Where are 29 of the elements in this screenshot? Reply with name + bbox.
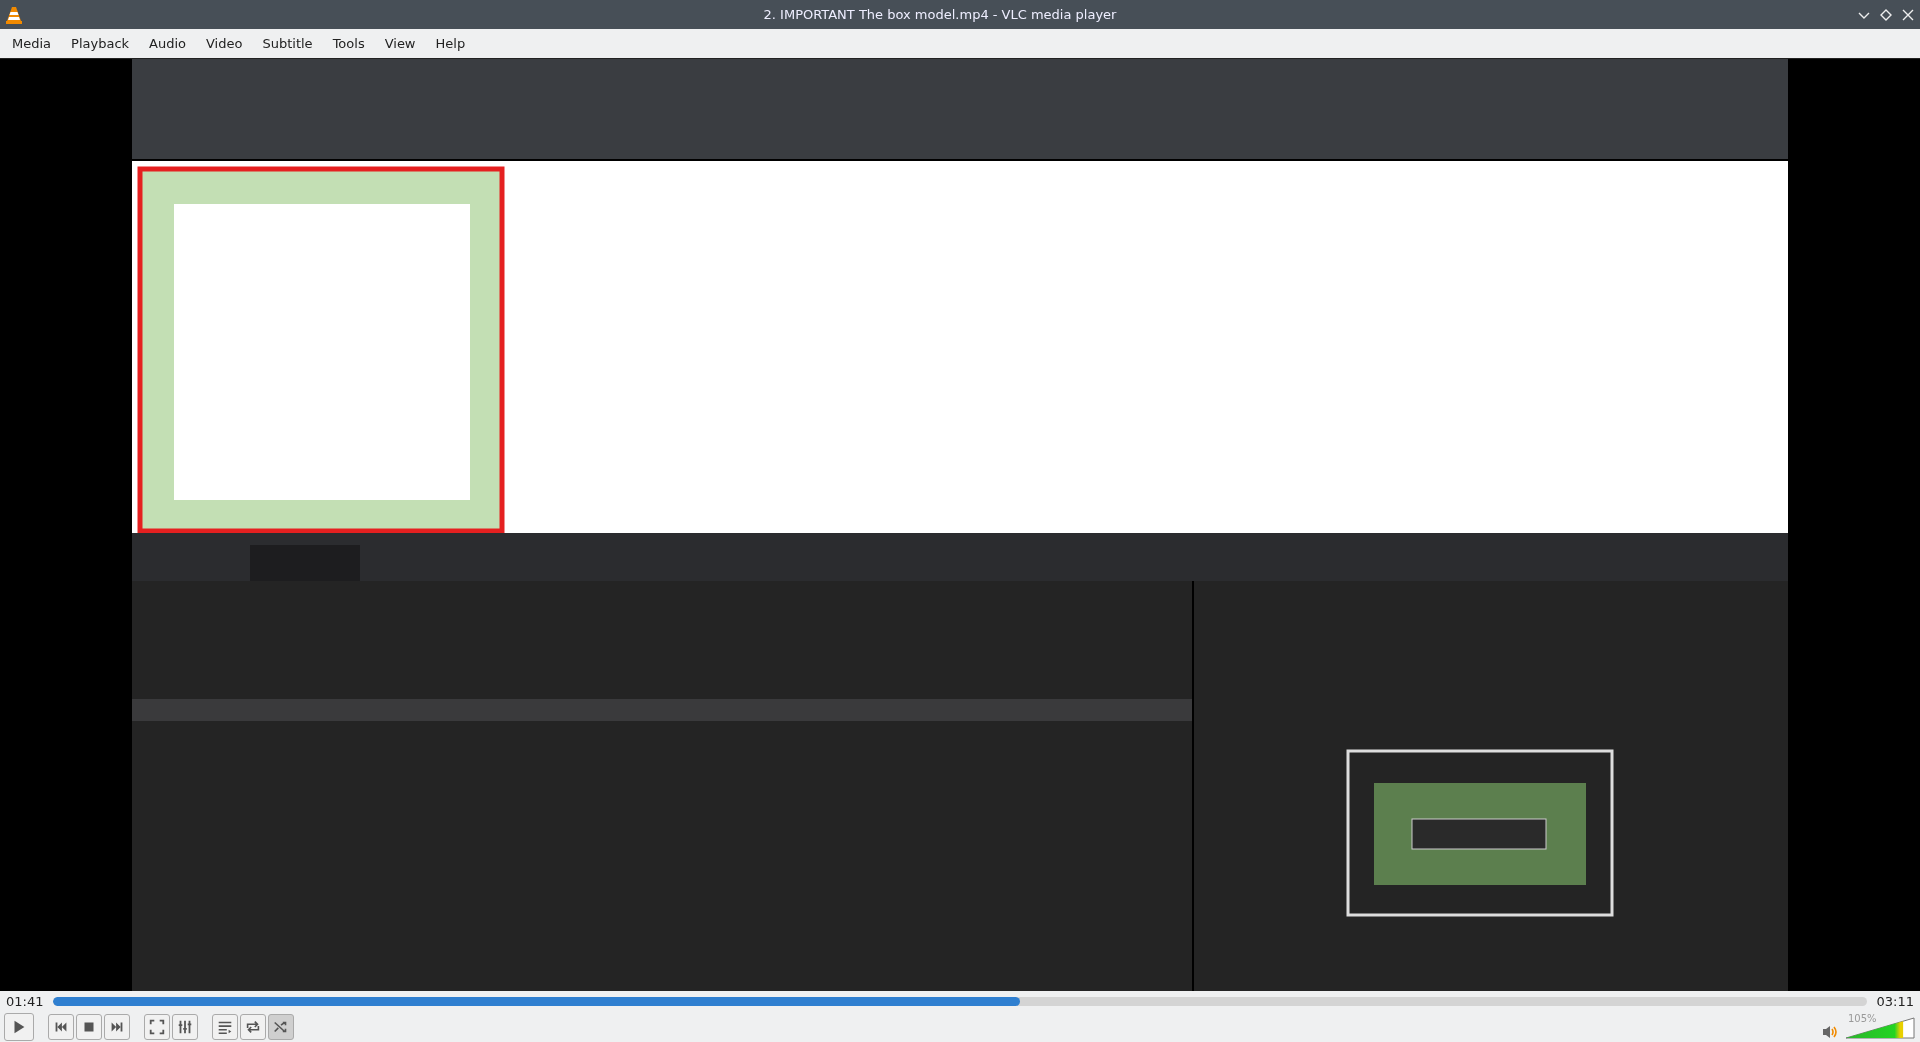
loop-icon [244, 1018, 262, 1036]
close-icon[interactable] [1902, 8, 1914, 21]
playlist-button[interactable] [212, 1014, 238, 1040]
loop-button[interactable] [240, 1014, 266, 1040]
window-title: 2. IMPORTANT The box model.mp4 - VLC media player [762, 7, 1118, 22]
sliders-icon [176, 1018, 194, 1036]
total-time: 03:11 [1876, 994, 1914, 1009]
menu-item[interactable]: Tools [322, 36, 375, 51]
cone-icon [6, 5, 22, 24]
previous-button[interactable] [48, 1014, 74, 1040]
speaker-icon[interactable] [1822, 1025, 1838, 1039]
stop-button[interactable] [76, 1014, 102, 1040]
volume-reading: 105% [1848, 1013, 1877, 1024]
maximize-icon[interactable] [1880, 8, 1892, 21]
menu-item[interactable]: Help [425, 36, 476, 51]
fullscreen-icon [148, 1018, 166, 1036]
menu-item[interactable]: View [374, 36, 426, 51]
shuffle-button[interactable] [268, 1014, 294, 1040]
menu-item[interactable]: Playback [61, 36, 140, 51]
elapsed-time: 01:41 [6, 994, 44, 1009]
menu-item[interactable]: Audio [139, 36, 196, 51]
menu-item[interactable]: Video [196, 36, 253, 51]
play-button[interactable] [4, 1013, 34, 1041]
seek-bar[interactable] [53, 997, 1867, 1006]
fullscreen-button[interactable] [144, 1014, 170, 1040]
extended-settings-button[interactable] [172, 1014, 198, 1040]
next-button[interactable] [104, 1014, 130, 1040]
menu-item[interactable]: Media [2, 36, 62, 51]
menu-item[interactable]: Subtitle [252, 36, 323, 51]
